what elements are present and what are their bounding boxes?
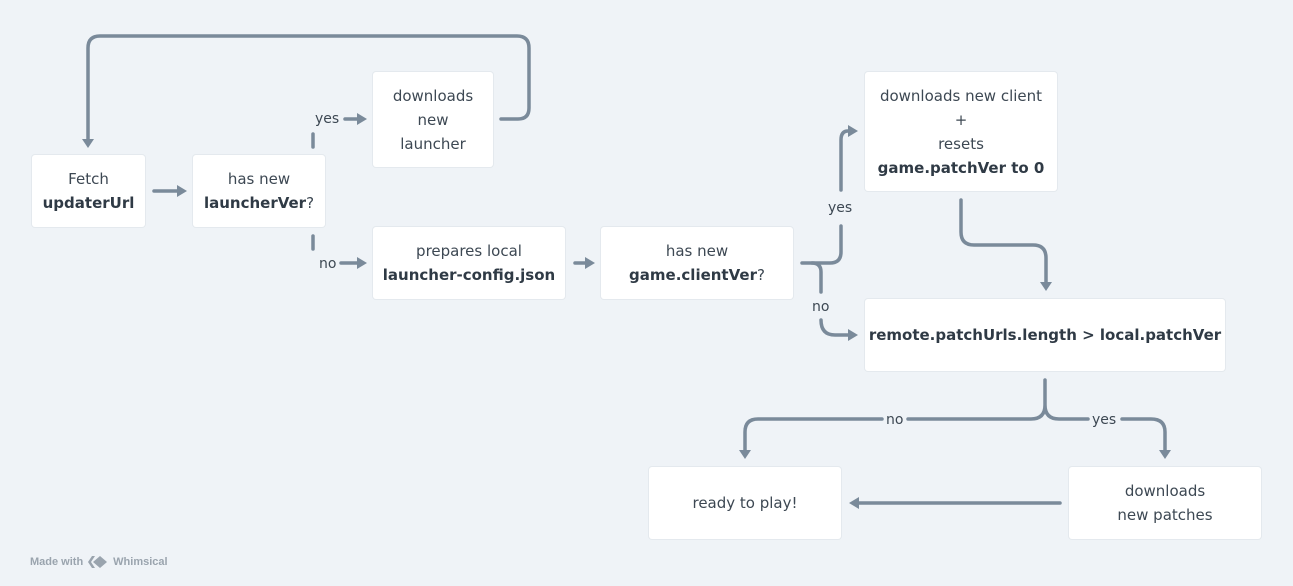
arrowhead	[1040, 282, 1052, 291]
arrowhead	[848, 125, 858, 137]
node-text: has new	[227, 170, 291, 188]
node-suffix: ?	[306, 194, 315, 212]
arrowhead	[357, 113, 367, 125]
arrowhead	[739, 450, 751, 459]
arrowhead	[177, 185, 187, 197]
node-patch-check[interactable]: remote.patchUrls.length > local.patchVer	[865, 299, 1225, 371]
edge-client-to-patch	[959, 198, 1048, 285]
node-text: new patches	[1117, 506, 1213, 524]
node-has-new-client[interactable]: has new game.clientVer?	[601, 227, 793, 299]
edge-label-client-no: no	[811, 299, 831, 315]
node-bold-text: updaterUrl	[42, 194, 135, 212]
arrowhead	[357, 257, 367, 269]
node-downloads-new-client[interactable]: downloads new client + resets game.patch…	[865, 72, 1057, 191]
node-suffix: ?	[756, 266, 765, 284]
node-bold-text: launcher-config.json	[382, 266, 556, 284]
arrowhead	[82, 139, 94, 148]
node-downloads-new-patches[interactable]: downloads new patches	[1069, 467, 1261, 539]
node-text: has new	[665, 242, 729, 260]
node-text: downloads	[1124, 482, 1206, 500]
edge-label-patch-no: no	[885, 412, 905, 428]
node-downloads-new-launcher[interactable]: downloads new launcher	[373, 72, 493, 167]
arrowhead	[585, 257, 595, 269]
node-text: launcher	[400, 134, 466, 153]
edge-label-client-yes: yes	[827, 200, 854, 216]
arrowhead	[1159, 450, 1171, 459]
whimsical-brand-text: Whimsical	[113, 556, 168, 568]
node-text: downloads	[392, 86, 474, 105]
edge-label-launcher-yes: yes	[314, 111, 341, 127]
node-text-line: launcherVer?	[204, 191, 314, 215]
node-text: +	[954, 110, 968, 129]
node-bold-text: launcherVer	[203, 194, 307, 212]
made-with-text: Made with	[30, 556, 84, 568]
node-has-new-launcher[interactable]: has new launcherVer?	[193, 155, 325, 227]
node-text: downloads new client	[879, 86, 1043, 105]
edge-client-yes	[800, 129, 850, 265]
node-text: Fetch	[68, 170, 109, 188]
node-fetch-updater-url[interactable]: Fetch updaterUrl	[32, 155, 145, 227]
node-bold-text: remote.patchUrls.length > local.patchVer	[868, 326, 1222, 344]
node-bold-text: game.patchVer to 0	[877, 158, 1045, 177]
node-ready-to-play[interactable]: ready to play!	[649, 467, 841, 539]
node-text: prepares local	[416, 242, 522, 260]
node-text: new	[417, 110, 449, 129]
node-prepares-local-config[interactable]: prepares local launcher-config.json	[373, 227, 565, 299]
edge-label-launcher-no: no	[318, 256, 338, 272]
whimsical-logo-icon	[88, 556, 108, 568]
node-text: ready to play!	[692, 494, 798, 512]
arrowhead	[848, 329, 858, 341]
node-text: resets	[938, 134, 984, 153]
node-bold-text: game.clientVer	[629, 266, 757, 284]
arrowhead	[849, 497, 859, 509]
edge-label-patch-yes: yes	[1091, 412, 1118, 428]
node-text-line: game.clientVer?	[629, 263, 765, 287]
made-with-footer[interactable]: Made with Whimsical	[30, 555, 168, 569]
